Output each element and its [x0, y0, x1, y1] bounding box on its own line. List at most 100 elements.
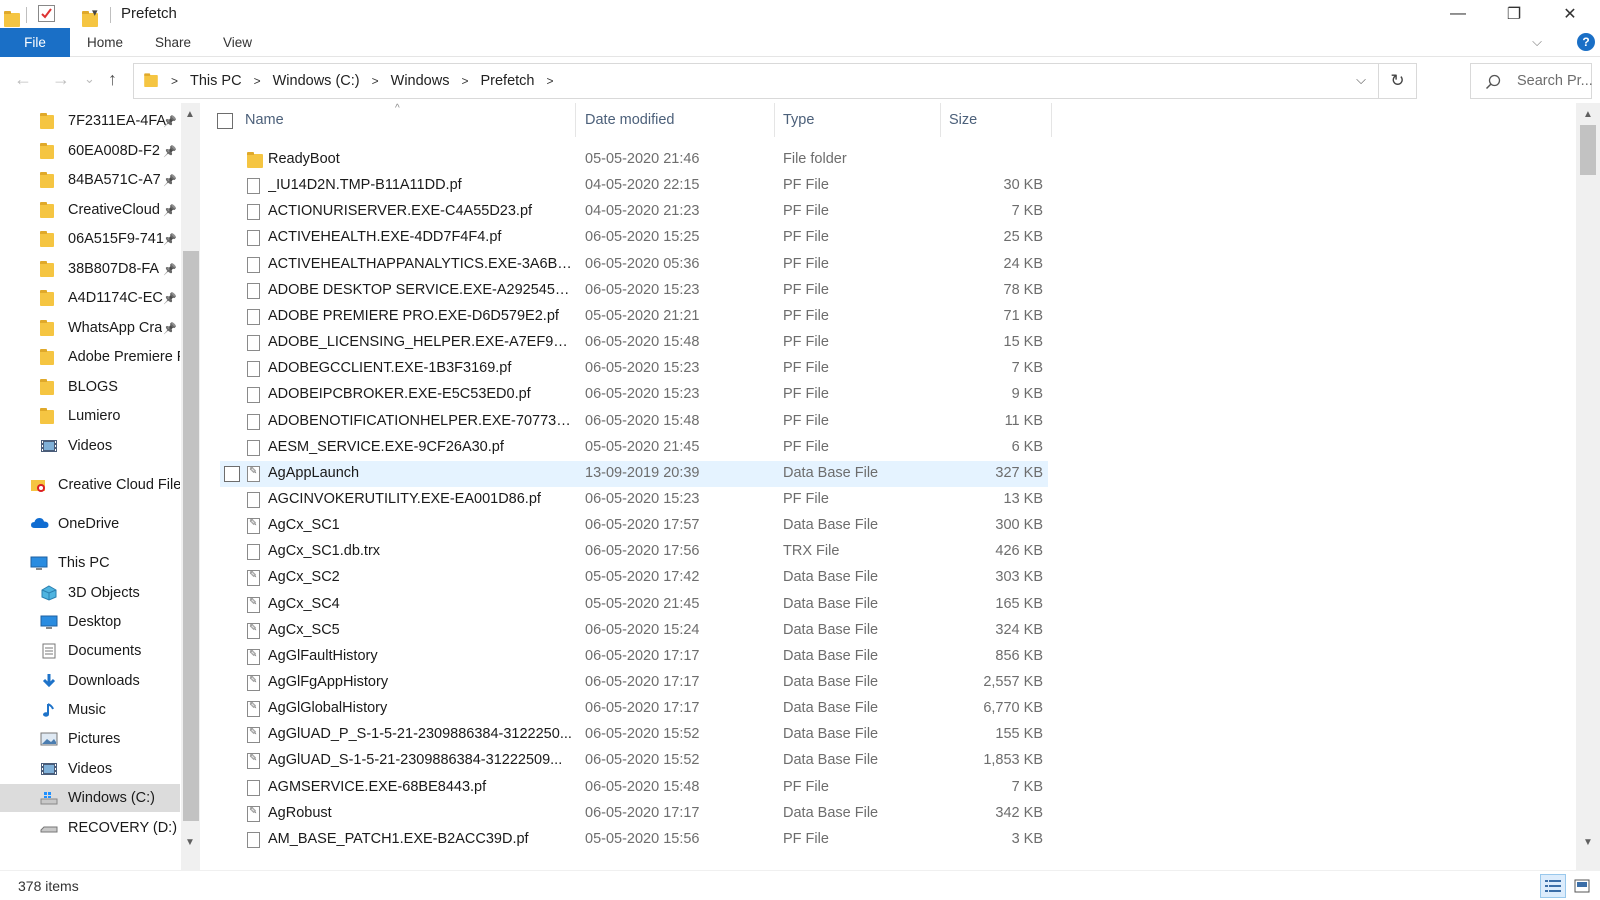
select-all-checkbox[interactable] [217, 113, 233, 129]
address-dropdown-icon[interactable]: ⌵ [1356, 72, 1366, 88]
file-row[interactable]: AgGlGlobalHistory 06-05-2020 17:17 Data Ba… [220, 696, 1048, 722]
nav-item-3d-objects[interactable]: 3D Objects [0, 579, 180, 607]
tab-file[interactable]: File [0, 28, 70, 57]
row-checkbox[interactable] [224, 465, 240, 482]
nav-item-38b807d8-fa[interactable]: 38B807D8-FA 📌 [0, 255, 180, 283]
nav-item-a4d1174c-ec[interactable]: A4D1174C-EC 📌 [0, 284, 180, 312]
nav-item-recovery-d[interactable]: RECOVERY (D:) [0, 814, 180, 842]
file-row[interactable]: ACTIVEHEALTHAPPANALYTICS.EXE-3A6BBA8... 0… [220, 252, 1048, 278]
file-row[interactable]: ADOBEGCCLIENT.EXE-1B3F3169.pf 06-05-2020 … [220, 356, 1048, 382]
breadcrumb-separator[interactable]: > [171, 74, 178, 88]
file-row[interactable]: AgGlFgAppHistory 06-05-2020 17:17 Data Bas… [220, 670, 1048, 696]
close-button[interactable]: ✕ [1542, 0, 1598, 28]
help-icon[interactable]: ? [1577, 33, 1595, 51]
large-icons-view-button[interactable] [1569, 874, 1595, 898]
nav-item-adobe-premiere-p[interactable]: Adobe Premiere P [0, 343, 180, 371]
breadcrumb-windows-c[interactable]: Windows (C:) [273, 73, 360, 89]
file-row[interactable]: ACTIONURISERVER.EXE-C4A55D23.pf 04-05-202… [220, 199, 1048, 225]
pin-icon[interactable]: 📌 [163, 292, 177, 305]
address-bar[interactable]: > This PC > Windows (C:) > Windows > Pre… [133, 63, 1417, 99]
nav-scroll-thumb[interactable] [183, 251, 199, 821]
breadcrumb-separator[interactable]: > [546, 74, 553, 88]
scroll-up-icon[interactable]: ▲ [185, 109, 195, 120]
column-header-type[interactable]: Type [783, 103, 941, 137]
file-row[interactable]: AgCx_SC1 06-05-2020 17:57 Data Base File 30… [220, 513, 1048, 539]
nav-item-lumiero[interactable]: Lumiero [0, 402, 180, 430]
file-row[interactable]: AM_BASE_PATCH1.EXE-B2ACC39D.pf 05-05-2020… [220, 827, 1048, 853]
file-row[interactable]: _IU14D2N.TMP-B11A11DD.pf 04-05-2020 22:15… [220, 173, 1048, 199]
minimize-button[interactable]: — [1430, 0, 1486, 28]
file-row[interactable]: AGMSERVICE.EXE-68BE8443.pf 06-05-2020 15:… [220, 775, 1048, 801]
nav-item-documents[interactable]: Documents [0, 637, 180, 665]
breadcrumb-separator[interactable]: > [372, 74, 379, 88]
column-header-name[interactable]: Name [245, 103, 576, 137]
nav-item-06a515f9-741[interactable]: 06A515F9-741 📌 [0, 225, 180, 253]
restore-button[interactable]: ❐ [1486, 0, 1542, 28]
file-row[interactable]: ReadyBoot 05-05-2020 21:46 File folder [220, 147, 1048, 173]
refresh-button[interactable]: ↻ [1378, 64, 1416, 98]
file-row[interactable]: AGCINVOKERUTILITY.EXE-EA001D86.pf 06-05-2… [220, 487, 1048, 513]
file-row[interactable]: AgAppLaunch 13-09-2019 20:39 Data Base Fil… [220, 460, 1048, 487]
search-input[interactable]: Search Pr... [1517, 73, 1593, 89]
nav-item-downloads[interactable]: Downloads [0, 667, 180, 695]
nav-item-blogs[interactable]: BLOGS [0, 373, 180, 401]
nav-item-music[interactable]: Music [0, 696, 180, 724]
pin-icon[interactable]: 📌 [163, 174, 177, 187]
file-row[interactable]: ACTIVEHEALTH.EXE-4DD7F4F4.pf 06-05-2020 1… [220, 225, 1048, 251]
details-view-button[interactable] [1540, 874, 1566, 898]
file-row[interactable]: AgGlUAD_S-1-5-21-2309886384-31222509... 0… [220, 748, 1048, 774]
file-row[interactable]: AgCx_SC1.db.trx 06-05-2020 17:56 TRX File 4… [220, 539, 1048, 565]
recent-locations-button[interactable]: ⌄ [84, 71, 95, 87]
nav-item-onedrive[interactable]: OneDrive [0, 510, 180, 538]
file-row[interactable]: AgRobust 06-05-2020 17:17 Data Base File 34… [220, 801, 1048, 827]
pin-icon[interactable]: 📌 [163, 322, 177, 335]
nav-item-windows-c[interactable]: Windows (C:) [0, 784, 180, 812]
nav-item-desktop[interactable]: Desktop [0, 608, 180, 636]
file-row[interactable]: AgGlUAD_P_S-1-5-21-2309886384-3122250...… [220, 722, 1048, 748]
nav-scrollbar[interactable]: ▲ ▼ [181, 103, 200, 870]
pin-icon[interactable]: 📌 [163, 263, 177, 276]
nav-item-84ba571c-a7[interactable]: 84BA571C-A7 📌 [0, 166, 180, 194]
tab-view[interactable]: View [223, 28, 252, 57]
breadcrumb-prefetch[interactable]: Prefetch [480, 73, 534, 89]
breadcrumb-windows[interactable]: Windows [391, 73, 450, 89]
file-row[interactable]: ADOBE DESKTOP SERVICE.EXE-A2925451.pf 06-… [220, 278, 1048, 304]
pin-icon[interactable]: 📌 [163, 233, 177, 246]
nav-item-60ea008d-f2[interactable]: 60EA008D-F2 📌 [0, 137, 180, 165]
customize-toolbar-icon[interactable]: ▾ [92, 6, 98, 19]
breadcrumb-this-pc[interactable]: This PC [190, 73, 242, 89]
tab-share[interactable]: Share [155, 28, 191, 57]
nav-item-this-pc[interactable]: This PC [0, 549, 180, 577]
expand-ribbon-icon[interactable]: ⌵ [1532, 34, 1542, 50]
file-row[interactable]: AgCx_SC4 05-05-2020 21:45 Data Base File 16… [220, 592, 1048, 618]
file-row[interactable]: AgCx_SC2 05-05-2020 17:42 Data Base File 30… [220, 565, 1048, 591]
scroll-down-icon[interactable]: ▼ [185, 837, 195, 848]
nav-item-whatsapp-cra[interactable]: WhatsApp Cra 📌 [0, 314, 180, 342]
pin-icon[interactable]: 📌 [163, 204, 177, 217]
tab-home[interactable]: Home [87, 28, 123, 57]
file-list-scrollbar[interactable]: ▲ ▼ [1576, 103, 1600, 870]
file-list-scroll-thumb[interactable] [1580, 125, 1596, 175]
nav-item-7f2311ea-4fa[interactable]: 7F2311EA-4FA 📌 [0, 107, 180, 135]
scroll-up-icon[interactable]: ▲ [1583, 109, 1593, 120]
file-row[interactable]: ADOBENOTIFICATIONHELPER.EXE-707732E4... 0… [220, 409, 1048, 435]
nav-item-videos[interactable]: Videos [0, 755, 180, 783]
nav-item-videos[interactable]: Videos [0, 432, 180, 460]
file-row[interactable]: ADOBE PREMIERE PRO.EXE-D6D579E2.pf 05-05-… [220, 304, 1048, 330]
nav-item-creative-cloud-files[interactable]: Creative Cloud Files [0, 471, 180, 499]
file-row[interactable]: ADOBEIPCBROKER.EXE-E5C53ED0.pf 06-05-2020… [220, 382, 1048, 408]
nav-item-creativecloud[interactable]: CreativeCloud 📌 [0, 196, 180, 224]
column-header-size[interactable]: Size [949, 103, 1052, 137]
up-button[interactable]: ↑ [108, 69, 117, 90]
pin-icon[interactable]: 📌 [163, 145, 177, 158]
file-row[interactable]: AgCx_SC5 06-05-2020 15:24 Data Base File 32… [220, 618, 1048, 644]
back-button[interactable]: ← [14, 69, 32, 90]
nav-item-pictures[interactable]: Pictures [0, 725, 180, 753]
file-row[interactable]: AESM_SERVICE.EXE-9CF26A30.pf 05-05-2020 2… [220, 435, 1048, 461]
file-row[interactable]: ADOBE_LICENSING_HELPER.EXE-A7EF9BBE.pf 06… [220, 330, 1048, 356]
breadcrumb-separator[interactable]: > [461, 74, 468, 88]
scroll-down-icon[interactable]: ▼ [1583, 837, 1593, 848]
breadcrumb-separator[interactable]: > [254, 74, 261, 88]
pin-icon[interactable]: 📌 [163, 115, 177, 128]
column-header-date[interactable]: Date modified [585, 103, 775, 137]
